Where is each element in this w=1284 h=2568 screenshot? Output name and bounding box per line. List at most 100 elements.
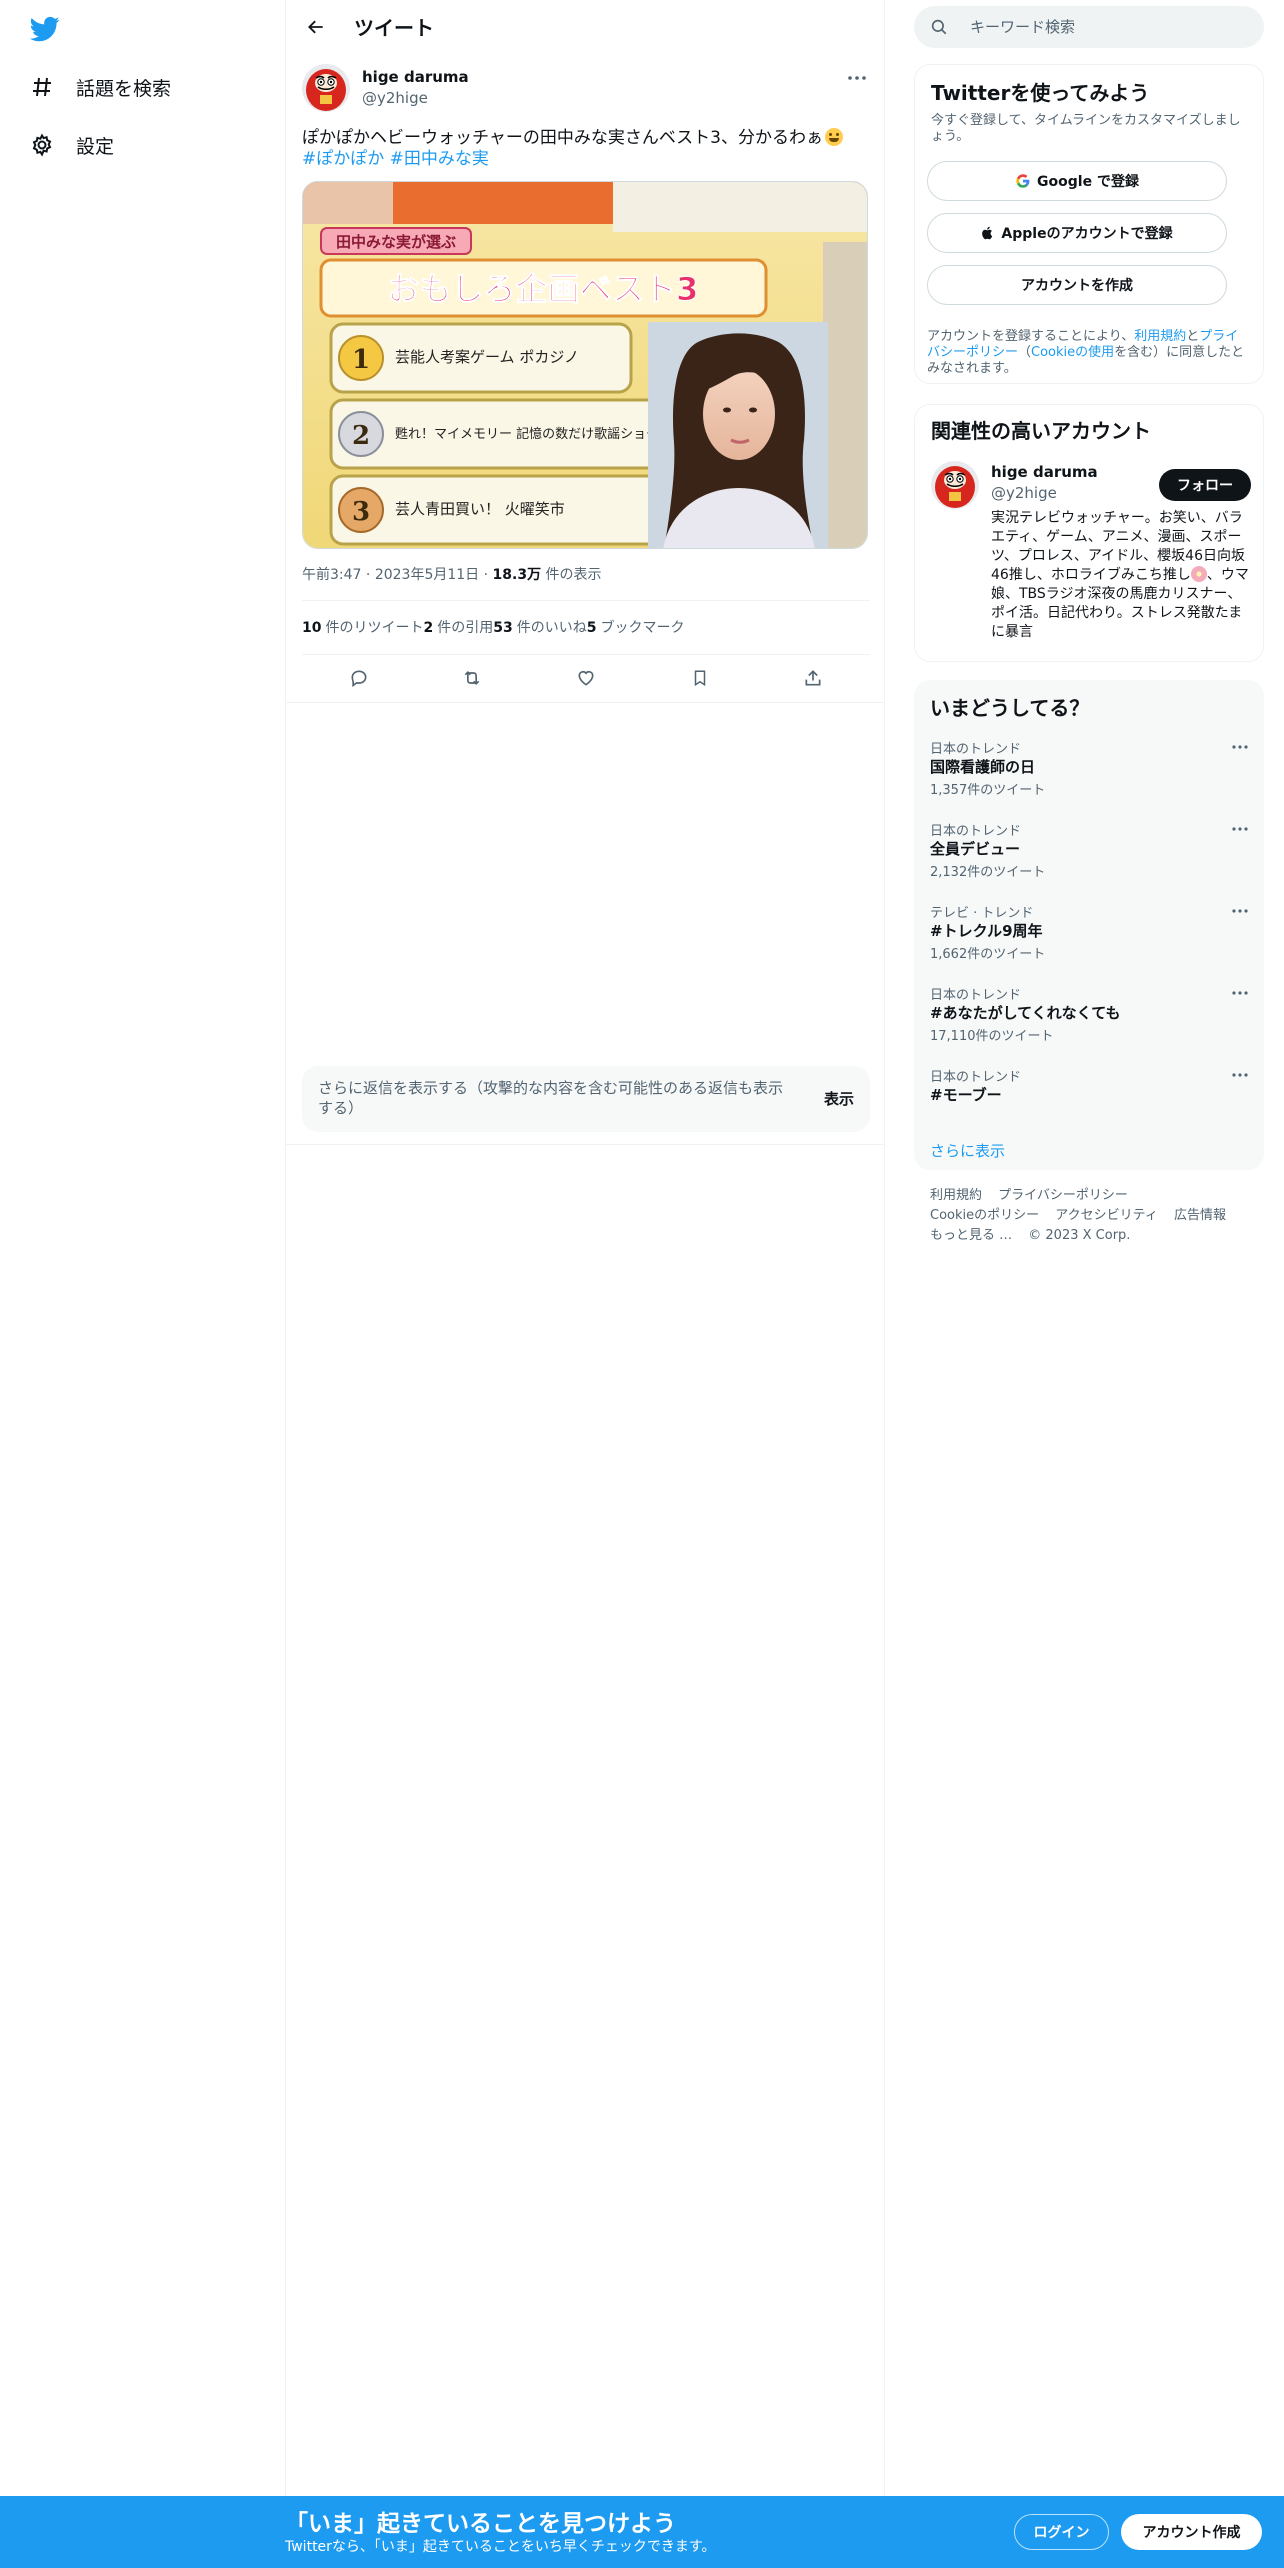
share-button[interactable]: [795, 660, 831, 696]
footer-link-accessibility[interactable]: アクセシビリティ: [1055, 1208, 1158, 1223]
trend-item[interactable]: 日本のトレンド 全員デビュー 2,132件のツイート: [930, 820, 1250, 884]
reply-icon: [351, 670, 367, 688]
tweet-image[interactable]: 田中みな実が選ぶ おもしろ企画ベスト3 1 芸能人考案ゲーム ポカジノ 2 甦れ…: [302, 181, 868, 549]
reply-button[interactable]: [341, 660, 377, 696]
bottom-bar-title: 「いま」起きていることを見つけよう: [285, 2511, 676, 2537]
stat-likes[interactable]: 53 件のいいね: [493, 617, 586, 637]
show-more-trends-link[interactable]: さらに表示: [930, 1140, 1005, 1161]
image-subtitle-text: 田中みな実が選ぶ: [336, 233, 456, 251]
more-horizontal-icon[interactable]: [1230, 988, 1250, 998]
trends-title: いまどうしてる？: [930, 696, 1090, 720]
author-name[interactable]: hige daruma: [362, 68, 469, 86]
tweet-more-button[interactable]: [844, 68, 870, 88]
nav-explore[interactable]: 話題を検索: [28, 67, 171, 107]
back-button[interactable]: [298, 9, 334, 45]
tweet-meta: 午前3:47 · 2023年5月11日 · 18.3万 件の表示: [302, 567, 602, 583]
arrow-left-icon: [308, 20, 323, 33]
page-header: ツイート: [286, 0, 885, 53]
trend-item[interactable]: テレビ · トレンド #トレクル9周年 1,662件のツイート: [930, 902, 1250, 966]
tweet-time[interactable]: 午前3:47: [302, 567, 361, 583]
tweet-hashtags[interactable]: #ぽかぽか #田中みな実: [302, 149, 489, 169]
signup-card: Twitterを使ってみよう 今すぐ登録して、タイムラインをカスタマイズしましょ…: [914, 64, 1264, 384]
retweet-icon: [465, 670, 480, 686]
twitter-bird-icon[interactable]: [28, 14, 62, 44]
footer-link-ads[interactable]: 広告情報: [1174, 1208, 1226, 1223]
create-account-button[interactable]: アカウントを作成: [927, 265, 1227, 305]
divider: [302, 654, 870, 655]
login-button[interactable]: ログイン: [1014, 2514, 1109, 2550]
bottom-bar-subtitle: Twitterなら、「いま」起きていることをいち早くチェックできます。: [285, 2539, 716, 2555]
svg-text:1: 1: [352, 345, 370, 375]
search-icon: [930, 18, 948, 36]
apple-signup-button[interactable]: Appleのアカウントで登録: [927, 213, 1227, 253]
svg-text:3: 3: [352, 497, 370, 527]
more-replies-text: さらに返信を表示する（攻撃的な内容を含む可能性のある返信も表示する）: [318, 1079, 784, 1117]
google-signup-button[interactable]: Google で登録: [927, 161, 1227, 201]
page-title: ツイート: [354, 16, 434, 40]
bookmark-button[interactable]: [682, 660, 718, 696]
footer-link-more[interactable]: もっと見る …: [930, 1228, 1012, 1243]
tweet-actions: [302, 660, 870, 696]
more-horizontal-icon[interactable]: [1230, 1070, 1250, 1080]
gear-icon: [28, 131, 56, 159]
footer-links: 利用規約 プライバシーポリシー Cookieのポリシー アクセシビリティ 広告情…: [930, 1186, 1260, 1246]
share-icon: [805, 670, 821, 686]
more-horizontal-icon: [848, 76, 866, 80]
stat-bookmarks[interactable]: 5 ブックマーク: [587, 617, 685, 637]
search-input[interactable]: [970, 6, 1240, 48]
more-replies-prompt: さらに返信を表示する（攻撃的な内容を含む可能性のある返信も表示する） 表示: [302, 1066, 870, 1132]
footer-link-privacy[interactable]: プライバシーポリシー: [998, 1188, 1128, 1203]
trend-item[interactable]: 日本のトレンド #あなたがしてくれなくても 17,110件のツイート: [930, 984, 1250, 1048]
trend-item[interactable]: 日本のトレンド 国際看護師の日 1,357件のツイート: [930, 738, 1250, 802]
divider: [286, 702, 885, 703]
like-button[interactable]: [568, 660, 604, 696]
svg-text:2: 2: [352, 421, 370, 451]
nav-settings[interactable]: 設定: [28, 125, 114, 165]
avatar[interactable]: [302, 64, 350, 112]
heart-icon: [578, 670, 594, 686]
tweet-stats: 10 件のリツイート 2 件の引用 53 件のいいね 5 ブックマーク: [302, 617, 684, 637]
nav-explore-label: 話題を検索: [76, 77, 172, 100]
signup-title: Twitterを使ってみよう: [931, 81, 1150, 105]
stat-quotes[interactable]: 2 件の引用: [423, 617, 493, 637]
bookmark-icon: [694, 670, 705, 687]
left-navigation: 話題を検索 設定: [0, 0, 286, 2496]
image-item3-text: 芸人青田買い！ 火曜笑市: [395, 500, 565, 518]
signup-button[interactable]: アカウント作成: [1121, 2514, 1262, 2550]
related-title: 関連性の高いアカウント: [931, 419, 1151, 443]
related-name[interactable]: hige daruma: [991, 463, 1098, 481]
copyright: © 2023 X Corp.: [1028, 1228, 1131, 1243]
terms-link[interactable]: 利用規約: [1134, 329, 1186, 344]
more-horizontal-icon[interactable]: [1230, 742, 1250, 752]
footer-link-terms[interactable]: 利用規約: [930, 1188, 982, 1203]
related-handle: @y2hige: [991, 484, 1057, 502]
tweet-date[interactable]: 2023年5月11日: [375, 567, 479, 583]
related-accounts-card: 関連性の高いアカウント hige daruma @y2hige フォロー 実況テ…: [914, 404, 1264, 662]
views-count: 18.3万: [492, 567, 542, 583]
woman-portrait: [648, 322, 828, 548]
cherry-blossom-emoji-icon: [1190, 566, 1207, 582]
retweet-button[interactable]: [454, 660, 490, 696]
image-item1-text: 芸能人考案ゲーム ポカジノ: [395, 348, 579, 366]
tv-screenshot-image: 田中みな実が選ぶ おもしろ企画ベスト3 1 芸能人考案ゲーム ポカジノ 2 甦れ…: [303, 182, 867, 548]
divider: [286, 1144, 885, 1145]
footer-link-cookie[interactable]: Cookieのポリシー: [930, 1208, 1039, 1223]
views-label: 件の表示: [545, 567, 602, 583]
follow-button[interactable]: フォロー: [1159, 469, 1251, 501]
image-title-text: おもしろ企画ベスト3: [388, 270, 699, 308]
trends-card: いまどうしてる？ 日本のトレンド 国際看護師の日 1,357件のツイート 日本の…: [914, 680, 1264, 1170]
google-signup-label: Google で登録: [1037, 174, 1139, 190]
avatar[interactable]: [931, 461, 979, 509]
grinning-emoji-icon: [825, 128, 843, 146]
trend-item[interactable]: 日本のトレンド #モーブー: [930, 1066, 1250, 1130]
related-bio: 実況テレビウォッチャー。お笑い、バラエティ、ゲーム、アニメ、漫画、スポーツ、プロ…: [991, 510, 1249, 640]
more-horizontal-icon[interactable]: [1230, 824, 1250, 834]
show-replies-button[interactable]: 表示: [824, 1088, 854, 1109]
nav-settings-label: 設定: [76, 135, 115, 158]
search-box: [914, 6, 1264, 48]
stat-retweets[interactable]: 10 件のリツイート: [302, 617, 423, 637]
cookie-link[interactable]: Cookieの使用: [1031, 345, 1114, 360]
author-handle: @y2hige: [362, 89, 428, 107]
more-horizontal-icon[interactable]: [1230, 906, 1250, 916]
bottom-signup-bar: 「いま」起きていることを見つけよう Twitterなら、「いま」起きていることを…: [0, 2496, 1284, 2568]
